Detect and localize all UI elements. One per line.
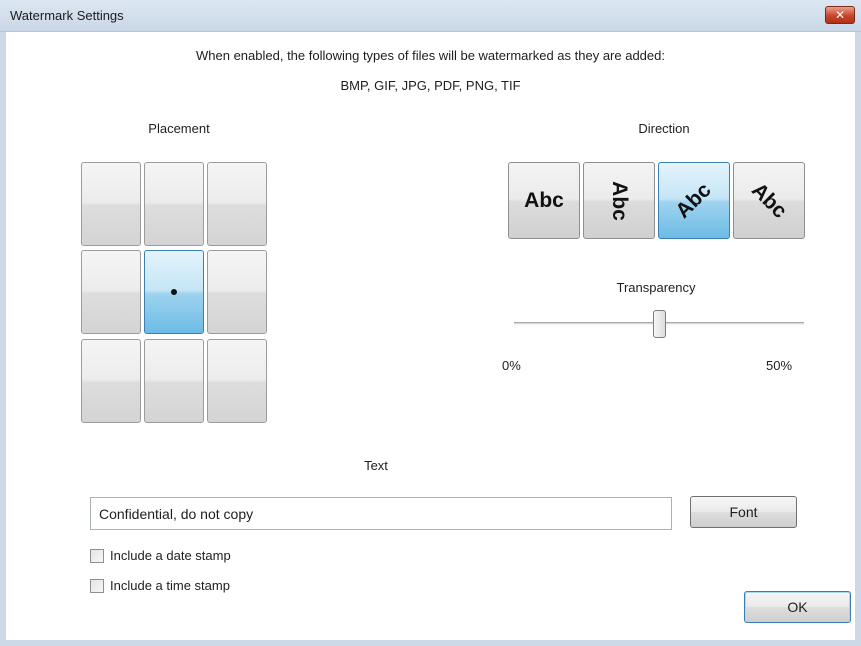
direction-horizontal-button[interactable]: Abc — [508, 162, 580, 239]
placement-cell-bottom-center[interactable] — [144, 339, 204, 423]
placement-cell-top-right[interactable] — [207, 162, 267, 246]
placement-cell-bottom-left[interactable] — [81, 339, 141, 423]
placement-marker-icon — [171, 289, 177, 295]
direction-diagonal-down-label: Abc — [747, 177, 792, 223]
direction-diagonal-up-button[interactable]: Abc — [658, 162, 730, 239]
direction-vertical-button[interactable]: Abc — [583, 162, 655, 239]
watermark-settings-dialog: Watermark Settings ✕ When enabled, the f… — [0, 0, 861, 646]
date-stamp-label: Include a date stamp — [110, 548, 231, 563]
direction-vertical-label: Abc — [608, 180, 631, 221]
direction-label: Direction — [638, 121, 690, 136]
window-title: Watermark Settings — [10, 8, 124, 23]
placement-cell-top-left[interactable] — [81, 162, 141, 246]
direction-diagonal-up-label: Abc — [671, 177, 716, 223]
date-stamp-option[interactable]: Include a date stamp — [90, 548, 231, 563]
time-stamp-label: Include a time stamp — [110, 578, 230, 593]
file-types-text: BMP, GIF, JPG, PDF, PNG, TIF — [340, 78, 521, 93]
direction-diagonal-down-button[interactable]: Abc — [733, 162, 805, 239]
transparency-max-label: 50% — [766, 358, 793, 373]
transparency-min-label: 0% — [502, 358, 521, 373]
date-stamp-checkbox[interactable] — [90, 548, 104, 563]
close-icon: ✕ — [834, 8, 846, 22]
placement-label: Placement — [148, 121, 210, 136]
placement-cell-middle-right[interactable] — [207, 250, 267, 334]
font-button[interactable]: Font — [690, 496, 797, 528]
text-section-label: Text — [364, 458, 388, 473]
placement-cell-middle-left[interactable] — [81, 250, 141, 334]
intro-text: When enabled, the following types of fil… — [196, 48, 665, 63]
transparency-label: Transparency — [616, 280, 696, 295]
close-button[interactable]: ✕ — [825, 6, 855, 24]
direction-horizontal-label: Abc — [524, 188, 564, 212]
ok-button[interactable]: OK — [744, 591, 851, 623]
watermark-text-input[interactable] — [90, 497, 672, 530]
placement-cell-top-center[interactable] — [144, 162, 204, 246]
placement-cell-middle-center[interactable] — [144, 250, 204, 334]
time-stamp-option[interactable]: Include a time stamp — [90, 578, 230, 593]
title-bar: Watermark Settings ✕ — [0, 0, 861, 32]
transparency-slider-thumb[interactable] — [652, 310, 666, 338]
placement-cell-bottom-right[interactable] — [207, 339, 267, 423]
time-stamp-checkbox[interactable] — [90, 578, 104, 593]
